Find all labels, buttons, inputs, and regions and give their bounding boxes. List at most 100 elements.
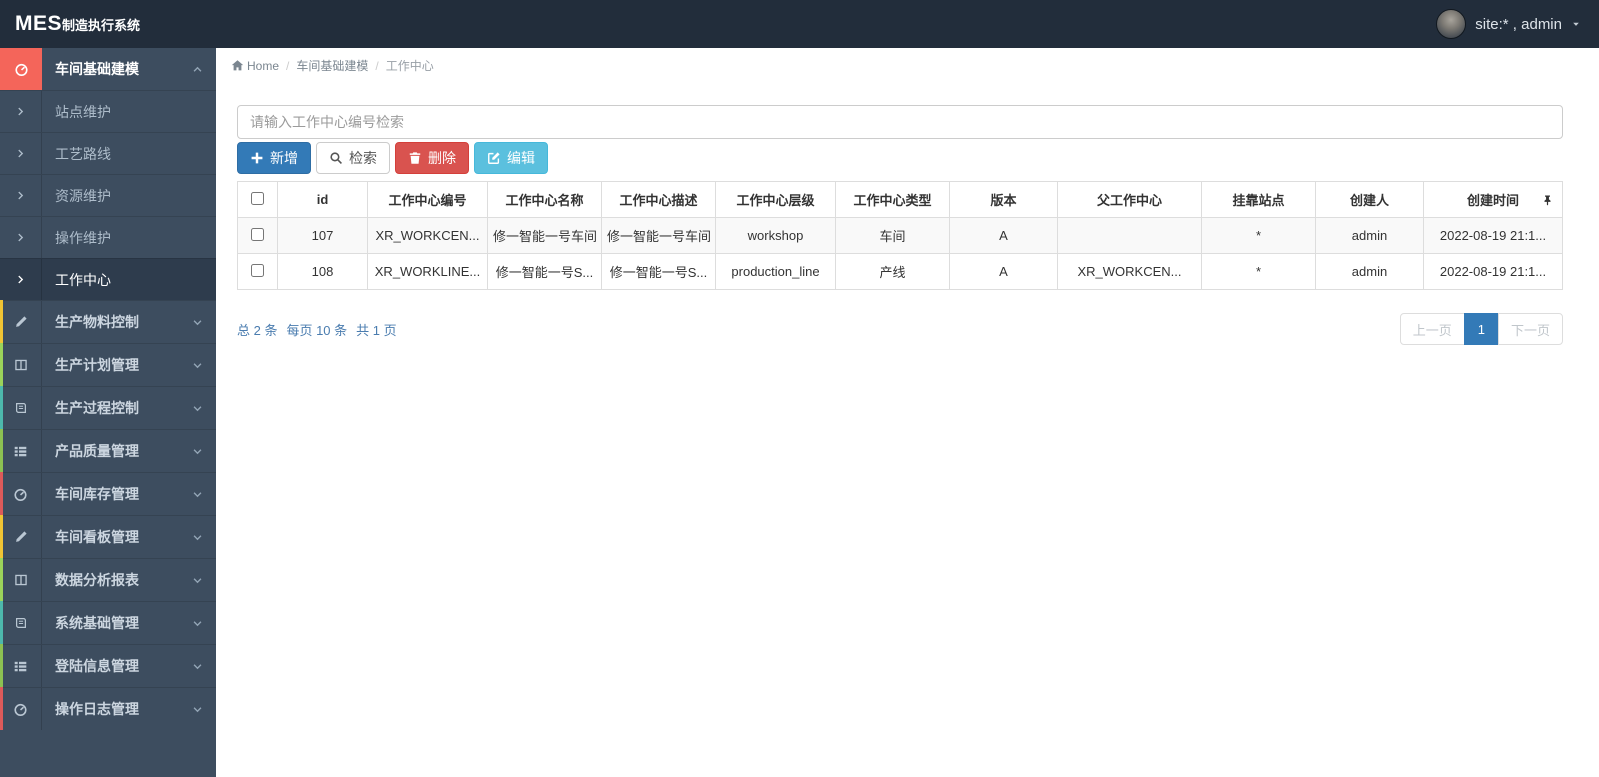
checkbox-cell: [237, 253, 278, 290]
top-bar: MES制造执行系统 site:* , admin: [0, 0, 1599, 48]
table-cell: *: [1201, 253, 1316, 290]
table-cell: 107: [277, 217, 368, 254]
caret-down-icon: [1571, 19, 1581, 29]
sidebar-item-6[interactable]: 车间看板管理: [0, 515, 216, 558]
column-header-7[interactable]: 版本: [949, 181, 1058, 218]
sidebar-subitem-2[interactable]: 工艺路线: [0, 132, 216, 174]
dashboard-icon: [14, 62, 29, 77]
home-icon: [231, 59, 244, 72]
sidebar-item-3[interactable]: 生产过程控制: [0, 386, 216, 429]
column-header-1[interactable]: id: [277, 181, 368, 218]
sidebar-subitem-1[interactable]: 站点维护: [0, 90, 216, 132]
sidebar-item-10[interactable]: 操作日志管理: [0, 687, 216, 730]
sidebar-item-8[interactable]: 系统基础管理: [0, 601, 216, 644]
add-button[interactable]: 新增: [237, 142, 311, 174]
row-checkbox[interactable]: [251, 263, 264, 277]
menu-accent-strip: [0, 300, 3, 343]
search-input[interactable]: [237, 105, 1563, 139]
workcenter-table: id 工作中心编号 工作中心名称 工作中心描述 工作中心层级 工作中心类型 版本 父工作中心挂…: [237, 181, 1563, 290]
chevron-down-icon: [192, 489, 203, 500]
delete-button[interactable]: 删除: [395, 142, 469, 174]
table-cell: workshop: [715, 217, 836, 254]
sidebar-item-7[interactable]: 数据分析报表: [0, 558, 216, 601]
pagination-page-1[interactable]: 1: [1463, 313, 1499, 345]
group-icon-cell: [0, 48, 42, 90]
column-header-10[interactable]: 创建人: [1315, 181, 1424, 218]
table-cell: 修一智能一号车间: [601, 217, 716, 254]
caret-down-icon: [1571, 19, 1581, 29]
sidebar-subitem-5-active[interactable]: 工作中心: [0, 258, 216, 300]
table-cell: 车间: [835, 217, 950, 254]
home-icon: [231, 59, 244, 72]
table-cell: XR_WORKCEN...: [367, 217, 488, 254]
column-header-4[interactable]: 工作中心描述: [601, 181, 716, 218]
toolbar: 新增 检索 删除 编辑: [237, 142, 1563, 174]
chevron-down-icon: [192, 532, 203, 543]
chevron-right-icon: [15, 274, 26, 285]
sidebar-item-5[interactable]: 车间库存管理: [0, 472, 216, 515]
chevron-right-icon: [15, 148, 26, 159]
breadcrumb-item-workshop-modeling[interactable]: 车间基础建模: [296, 57, 368, 74]
dashboard-icon: [13, 702, 28, 717]
menu-accent-strip: [0, 601, 3, 644]
sidebar-item-9[interactable]: 登陆信息管理: [0, 644, 216, 687]
list-icon: [13, 444, 28, 459]
sidebar-item-2[interactable]: 生产计划管理: [0, 343, 216, 386]
sidebar-subitem-4[interactable]: 操作维护: [0, 216, 216, 258]
user-label: site:* , admin: [1475, 15, 1562, 33]
sidebar-item-4[interactable]: 产品质量管理: [0, 429, 216, 472]
table-cell: A: [949, 253, 1058, 290]
menu-accent-strip: [0, 343, 3, 386]
edit-icon: [14, 315, 28, 329]
sidebar-group-label: 车间基础建模: [55, 61, 139, 77]
sidebar-item-1[interactable]: 生产物料控制: [0, 300, 216, 343]
summary-per-page: 每页 10 条: [286, 322, 348, 338]
pagination-prev[interactable]: 上一页: [1399, 313, 1465, 345]
table-row[interactable]: 108 XR_WORKLINE... 修一智能一号S... 修一智能一号S... pro…: [237, 253, 1563, 290]
chevron-down-icon: [192, 446, 203, 457]
pagination-next[interactable]: 下一页: [1497, 313, 1563, 345]
book-icon: [14, 401, 28, 415]
summary-total: 总 2 条: [237, 322, 278, 338]
sidebar-subitem-3[interactable]: 资源维护: [0, 174, 216, 216]
chevron-down-icon: [192, 403, 203, 414]
column-header-3[interactable]: 工作中心名称: [487, 181, 602, 218]
menu-accent-strip: [0, 515, 3, 558]
table-cell: 2022-08-19 21:1...: [1423, 253, 1563, 290]
columns-icon: [14, 573, 28, 587]
sidebar-item-workshop-modeling[interactable]: 车间基础建模: [0, 48, 216, 90]
chevron-up-icon: [192, 48, 216, 90]
table-row[interactable]: 107 XR_WORKCEN... 修一智能一号车间 修一智能一号车间 workshop…: [237, 217, 1563, 254]
column-header-5[interactable]: 工作中心层级: [715, 181, 836, 218]
app-logo: MES制造执行系统: [0, 12, 216, 36]
breadcrumb-separator: /: [375, 58, 379, 73]
row-checkbox[interactable]: [251, 227, 264, 241]
menu-accent-strip: [0, 687, 3, 730]
table-cell: 修一智能一号S...: [487, 253, 602, 290]
table-cell: XR_WORKLINE...: [367, 253, 488, 290]
column-header-8[interactable]: 父工作中心: [1057, 181, 1202, 218]
menu-accent-strip: [0, 558, 3, 601]
breadcrumb: Home / 车间基础建模 / 工作中心: [216, 48, 1599, 82]
column-header-11[interactable]: 创建时间: [1423, 181, 1563, 218]
sidebar: 车间基础建模 站点维护 工艺路线 资源维护 操作维护 工作中心 生产物料控制 生…: [0, 48, 216, 777]
table-cell: A: [949, 217, 1058, 254]
column-header-6[interactable]: 工作中心类型: [835, 181, 950, 218]
table-cell: *: [1201, 217, 1316, 254]
table-cell: [1057, 217, 1202, 254]
chevron-down-icon: [192, 317, 203, 328]
chevron-down-icon: [192, 704, 203, 715]
app-logo-bold: MES: [15, 12, 63, 35]
trash-icon: [408, 151, 422, 165]
breadcrumb-home[interactable]: Home: [231, 59, 279, 73]
menu-accent-strip: [0, 472, 3, 515]
user-menu[interactable]: site:* , admin: [1436, 9, 1599, 39]
column-header-9[interactable]: 挂靠站点: [1201, 181, 1316, 218]
edit-button[interactable]: 编辑: [474, 142, 548, 174]
table-cell: 2022-08-19 21:1...: [1423, 217, 1563, 254]
select-all-checkbox[interactable]: [251, 191, 264, 205]
table-header-row: id 工作中心编号 工作中心名称 工作中心描述 工作中心层级 工作中心类型 版本 父工作中心挂…: [237, 181, 1563, 218]
chevron-down-icon: [192, 575, 203, 586]
column-header-2[interactable]: 工作中心编号: [367, 181, 488, 218]
search-button[interactable]: 检索: [316, 142, 390, 174]
